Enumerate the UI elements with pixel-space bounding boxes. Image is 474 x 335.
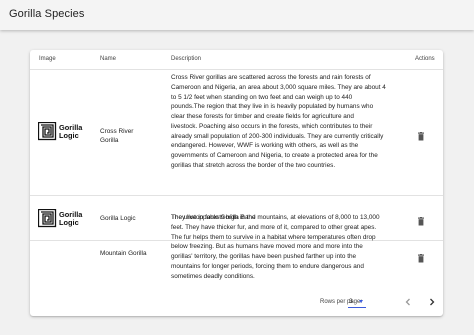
trash-icon[interactable] <box>417 128 425 141</box>
next-page-button[interactable] <box>426 295 438 307</box>
table-header: Image Name Description Actions <box>30 50 443 70</box>
gorilla-logic-logo: Gorilla Logic <box>38 209 86 229</box>
species-name: Gorilla Logic <box>100 215 136 222</box>
species-description: They live in forests high in the mountai… <box>171 214 380 280</box>
rows-per-page-value: 3 <box>349 298 353 305</box>
trash-icon[interactable] <box>417 213 425 226</box>
species-description: Cross River gorillas are scattered acros… <box>171 74 386 169</box>
column-header-image: Image <box>39 56 56 62</box>
species-name: Cross River Gorilla <box>100 128 134 144</box>
rows-per-page-select[interactable]: 3 <box>348 295 366 308</box>
chevron-right-icon <box>430 298 435 306</box>
chevron-left-icon <box>405 298 410 306</box>
trash-icon[interactable] <box>417 250 425 263</box>
page-title: Gorilla Species <box>9 8 85 20</box>
table-row: Mountain Gorilla They live in forests hi… <box>30 214 443 316</box>
column-header-actions: Actions <box>415 56 435 62</box>
svg-text:Logic: Logic <box>59 131 79 140</box>
column-header-description: Description <box>171 56 202 62</box>
species-table-card: Image Name Description Actions Gorilla L… <box>30 50 443 316</box>
caret-down-icon <box>359 300 363 303</box>
species-name: Mountain Gorilla <box>100 250 147 257</box>
table-row: Gorilla Logic Cross River Gorilla Cross … <box>30 70 443 196</box>
gorilla-logic-logo: Gorilla Logic <box>38 122 86 142</box>
app-bar: Gorilla Species <box>0 0 474 30</box>
svg-text:Logic: Logic <box>59 218 79 227</box>
previous-page-button[interactable] <box>402 295 414 307</box>
column-header-name: Name <box>100 56 117 62</box>
